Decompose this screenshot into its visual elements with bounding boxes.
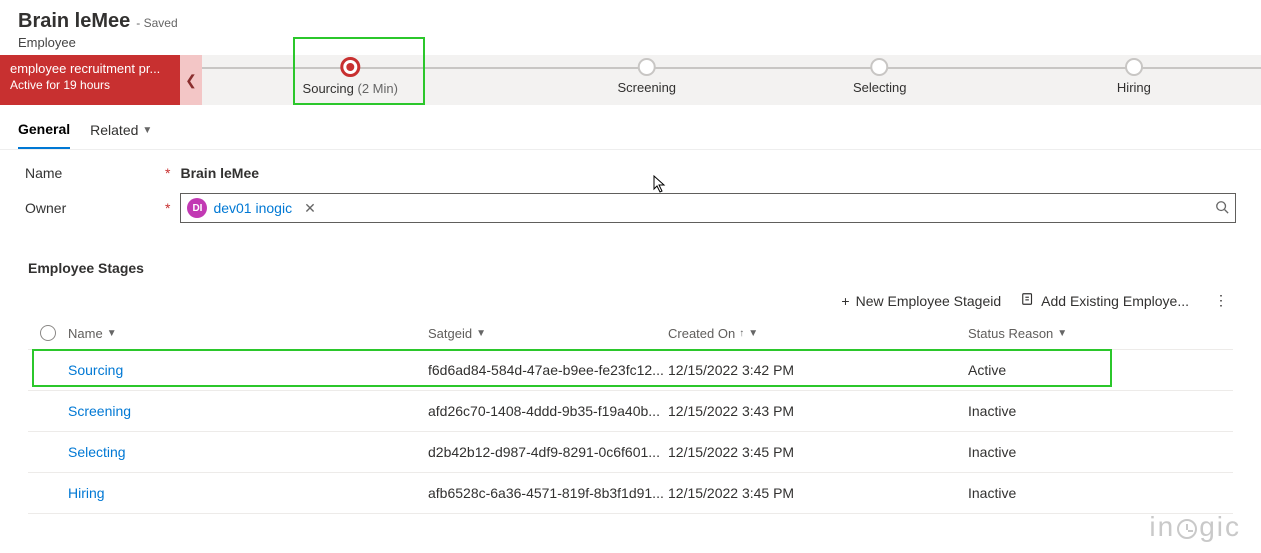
chevron-down-icon: ▼	[748, 328, 758, 339]
stage-label: Hiring	[1117, 80, 1151, 95]
sort-asc-icon: ↑	[739, 328, 744, 339]
cell-satgeid: afb6528c-6a36-4571-819f-8b3f1d91...	[428, 485, 668, 501]
new-record-button[interactable]: + New Employee Stageid	[841, 293, 1001, 309]
column-header-name[interactable]: Name ▼	[68, 326, 428, 341]
field-name: Name * Brain leMee	[25, 165, 1236, 181]
row-name-link[interactable]: Selecting	[68, 444, 126, 460]
annotation-highlight-stage	[293, 37, 425, 105]
chevron-down-icon: ▼	[142, 125, 152, 136]
row-name-link[interactable]: Hiring	[68, 485, 105, 501]
chevron-down-icon: ▼	[107, 328, 117, 339]
column-header-status[interactable]: Status Reason ▼	[968, 326, 1233, 341]
avatar: DI	[187, 198, 207, 218]
stage-screening[interactable]: Screening	[617, 55, 676, 95]
chevron-down-icon: ▼	[1057, 328, 1067, 339]
subgrid-command-bar: + New Employee Stageid Add Existing Empl…	[0, 286, 1261, 315]
owner-lookup[interactable]: DI dev01 inogic ✕	[180, 193, 1236, 223]
required-indicator: *	[165, 165, 170, 181]
form-tabs: General Related ▼	[0, 105, 1261, 150]
subgrid-title: Employee Stages	[0, 250, 1261, 286]
tab-label: General	[18, 121, 70, 137]
stage-circle-icon	[1125, 58, 1143, 76]
cell-status: Active	[968, 362, 1233, 378]
add-existing-button[interactable]: Add Existing Employe...	[1021, 292, 1189, 309]
col-label: Created On	[668, 326, 735, 341]
table-row[interactable]: Selecting d2b42b12-d987-4df9-8291-0c6f60…	[28, 432, 1233, 473]
stage-circle-icon	[638, 58, 656, 76]
grid-header-row: Name ▼ Satgeid ▼ Created On ↑ ▼ Status R…	[28, 315, 1233, 350]
process-collapse-button[interactable]: ❮	[180, 55, 202, 105]
record-header: Brain leMee - Saved Employee	[0, 0, 1261, 55]
cell-created-on: 12/15/2022 3:45 PM	[668, 485, 968, 501]
column-header-satgeid[interactable]: Satgeid ▼	[428, 326, 668, 341]
field-label: Owner	[25, 200, 155, 216]
remove-owner-button[interactable]: ✕	[304, 200, 316, 217]
owner-name: dev01 inogic	[213, 200, 292, 216]
process-name-tag[interactable]: employee recruitment pr... Active for 19…	[0, 55, 180, 105]
add-existing-icon	[1021, 292, 1035, 309]
tab-label: Related	[90, 122, 138, 138]
tab-general[interactable]: General	[18, 115, 70, 149]
mouse-cursor	[653, 175, 667, 198]
row-name-link[interactable]: Screening	[68, 403, 131, 419]
form-section: Name * Brain leMee Owner * DI dev01 inog…	[0, 150, 1261, 250]
chevron-left-icon: ❮	[185, 72, 197, 89]
select-all-column[interactable]	[28, 325, 68, 341]
name-value[interactable]: Brain leMee	[180, 165, 259, 181]
watermark-logo: ingic	[1149, 511, 1241, 543]
process-name: employee recruitment pr...	[10, 61, 170, 78]
table-row[interactable]: Sourcing f6d6ad84-584d-47ae-b9ee-fe23fc1…	[28, 350, 1233, 391]
search-icon[interactable]	[1215, 200, 1229, 217]
stage-hiring[interactable]: Hiring	[1117, 55, 1151, 95]
cell-created-on: 12/15/2022 3:43 PM	[668, 403, 968, 419]
col-label: Satgeid	[428, 326, 472, 341]
stage-label: Screening	[617, 80, 676, 95]
stage-selecting[interactable]: Selecting	[853, 55, 906, 95]
subgrid: Name ▼ Satgeid ▼ Created On ↑ ▼ Status R…	[28, 315, 1233, 514]
cell-status: Inactive	[968, 485, 1233, 501]
stage-label: Selecting	[853, 80, 906, 95]
saved-status: - Saved	[136, 16, 177, 30]
cell-satgeid: afd26c70-1408-4ddd-9b35-f19a40b...	[428, 403, 668, 419]
cell-satgeid: d2b42b12-d987-4df9-8291-0c6f601...	[428, 444, 668, 460]
cell-satgeid: f6d6ad84-584d-47ae-b9ee-fe23fc12...	[428, 362, 668, 378]
col-label: Name	[68, 326, 103, 341]
entity-name: Employee	[18, 35, 1243, 50]
more-commands-button[interactable]: ⋮	[1209, 292, 1233, 309]
column-header-created-on[interactable]: Created On ↑ ▼	[668, 326, 968, 341]
stage-circle-icon	[871, 58, 889, 76]
process-duration: Active for 19 hours	[10, 78, 170, 94]
table-row[interactable]: Hiring afb6528c-6a36-4571-819f-8b3f1d91.…	[28, 473, 1233, 514]
cmd-label: Add Existing Employe...	[1041, 293, 1189, 309]
business-process-flow: employee recruitment pr... Active for 19…	[0, 55, 1261, 105]
cmd-label: New Employee Stageid	[856, 293, 1002, 309]
owner-chip[interactable]: DI dev01 inogic ✕	[187, 198, 315, 218]
field-owner: Owner * DI dev01 inogic ✕	[25, 193, 1236, 223]
table-row[interactable]: Screening afd26c70-1408-4ddd-9b35-f19a40…	[28, 391, 1233, 432]
cell-created-on: 12/15/2022 3:42 PM	[668, 362, 968, 378]
row-name-link[interactable]: Sourcing	[68, 362, 123, 378]
vertical-dots-icon: ⋮	[1214, 292, 1228, 308]
chevron-down-icon: ▼	[476, 328, 486, 339]
required-indicator: *	[165, 200, 170, 216]
tab-related[interactable]: Related ▼	[90, 115, 152, 149]
record-title: Brain leMee	[18, 10, 130, 33]
cell-created-on: 12/15/2022 3:45 PM	[668, 444, 968, 460]
col-label: Status Reason	[968, 326, 1053, 341]
plus-icon: +	[841, 293, 849, 309]
select-all-circle-icon	[40, 325, 56, 341]
cell-status: Inactive	[968, 403, 1233, 419]
cell-status: Inactive	[968, 444, 1233, 460]
field-label: Name	[25, 165, 155, 181]
